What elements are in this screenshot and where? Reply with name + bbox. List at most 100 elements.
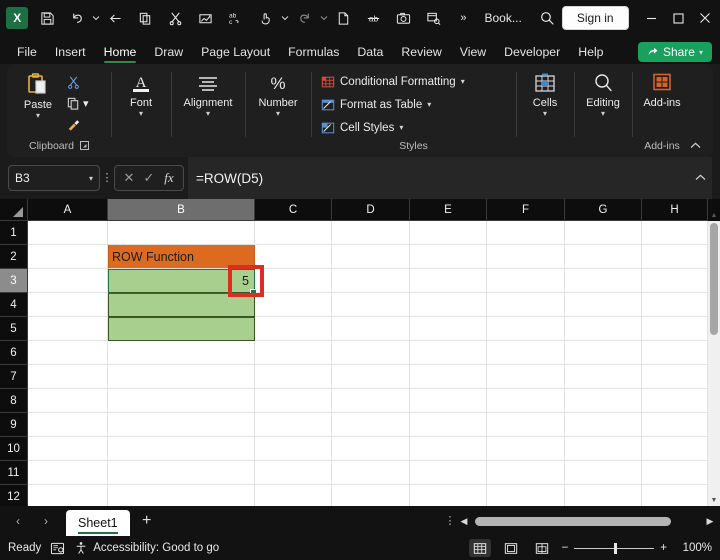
cell-g4[interactable] bbox=[565, 293, 642, 317]
cell-c4[interactable] bbox=[255, 293, 332, 317]
scroll-down-icon[interactable]: ▼ bbox=[708, 494, 720, 506]
cell-g1[interactable] bbox=[565, 221, 642, 245]
cell-g8[interactable] bbox=[565, 389, 642, 413]
cell-c2[interactable] bbox=[255, 245, 332, 269]
redo-dropdown-icon[interactable] bbox=[320, 3, 329, 33]
scroll-left-icon[interactable]: ◀ bbox=[458, 516, 470, 527]
cell-d5[interactable] bbox=[332, 317, 410, 341]
zoom-track[interactable] bbox=[574, 548, 654, 549]
cell-styles-button[interactable]: Cell Styles ▾ bbox=[317, 117, 407, 138]
cell-a5[interactable] bbox=[28, 317, 108, 341]
row-header-1[interactable]: 1 bbox=[0, 221, 28, 245]
cell-c12[interactable] bbox=[255, 485, 332, 506]
cell-d1[interactable] bbox=[332, 221, 410, 245]
cell-f5[interactable] bbox=[487, 317, 565, 341]
cell-e12[interactable] bbox=[410, 485, 487, 506]
conditional-formatting-button[interactable]: Conditional Formatting ▾ bbox=[317, 71, 469, 92]
cut-button[interactable] bbox=[63, 72, 92, 92]
cell-e9[interactable] bbox=[410, 413, 487, 437]
cell-h6[interactable] bbox=[642, 341, 708, 365]
horizontal-scroll-track[interactable] bbox=[473, 517, 701, 526]
column-header-h[interactable]: H bbox=[642, 199, 708, 221]
cell-e11[interactable] bbox=[410, 461, 487, 485]
column-header-e[interactable]: E bbox=[410, 199, 487, 221]
cell-c8[interactable] bbox=[255, 389, 332, 413]
cell-d7[interactable] bbox=[332, 365, 410, 389]
cell-a6[interactable] bbox=[28, 341, 108, 365]
cell-c6[interactable] bbox=[255, 341, 332, 365]
cut-icon[interactable] bbox=[161, 3, 191, 33]
new-file-icon[interactable] bbox=[328, 3, 358, 33]
conditional-formatting-chevron-down-icon[interactable]: ▾ bbox=[461, 77, 465, 86]
touch-mode-icon[interactable] bbox=[251, 3, 281, 33]
cell-b5[interactable] bbox=[108, 317, 255, 341]
select-all-corner[interactable] bbox=[0, 199, 28, 221]
cell-e2[interactable] bbox=[410, 245, 487, 269]
row-header-10[interactable]: 10 bbox=[0, 437, 28, 461]
cell-f11[interactable] bbox=[487, 461, 565, 485]
cell-e6[interactable] bbox=[410, 341, 487, 365]
maximize-icon[interactable] bbox=[665, 1, 691, 35]
row-header-8[interactable]: 8 bbox=[0, 389, 28, 413]
horizontal-scroll-thumb[interactable] bbox=[475, 517, 671, 526]
cell-h7[interactable] bbox=[642, 365, 708, 389]
share-chevron-down-icon[interactable]: ▾ bbox=[699, 48, 703, 57]
cell-h1[interactable] bbox=[642, 221, 708, 245]
number-chevron-down-icon[interactable]: ▾ bbox=[276, 110, 280, 118]
cell-f9[interactable] bbox=[487, 413, 565, 437]
cell-a9[interactable] bbox=[28, 413, 108, 437]
name-box-chevron-down-icon[interactable]: ▾ bbox=[89, 174, 93, 183]
cell-h3[interactable] bbox=[642, 269, 708, 293]
chart-icon[interactable] bbox=[191, 3, 221, 33]
cell-h11[interactable] bbox=[642, 461, 708, 485]
name-box[interactable]: B3 ▾ bbox=[8, 165, 100, 191]
cell-c1[interactable] bbox=[255, 221, 332, 245]
undo-dropdown-icon[interactable] bbox=[92, 3, 101, 33]
ribbon-collapse-icon[interactable] bbox=[686, 137, 704, 153]
normal-view-button[interactable] bbox=[469, 539, 491, 557]
cell-h2[interactable] bbox=[642, 245, 708, 269]
undo-icon[interactable] bbox=[62, 3, 92, 33]
cancel-icon[interactable]: ✕ bbox=[120, 170, 138, 186]
cell-d3[interactable] bbox=[332, 269, 410, 293]
vertical-scrollbar[interactable]: ▲ ▼ bbox=[708, 221, 720, 506]
cell-g6[interactable] bbox=[565, 341, 642, 365]
column-header-d[interactable]: D bbox=[332, 199, 410, 221]
cell-b1[interactable] bbox=[108, 221, 255, 245]
cell-c10[interactable] bbox=[255, 437, 332, 461]
cell-a2[interactable] bbox=[28, 245, 108, 269]
share-button[interactable]: Share ▾ bbox=[638, 42, 712, 62]
cell-c11[interactable] bbox=[255, 461, 332, 485]
cell-e10[interactable] bbox=[410, 437, 487, 461]
add-sheet-button[interactable]: + bbox=[132, 509, 162, 533]
cell-d10[interactable] bbox=[332, 437, 410, 461]
page-layout-view-button[interactable] bbox=[500, 539, 522, 557]
close-icon[interactable] bbox=[692, 1, 718, 35]
cell-h9[interactable] bbox=[642, 413, 708, 437]
cell-b4[interactable] bbox=[108, 293, 255, 317]
cell-a7[interactable] bbox=[28, 365, 108, 389]
cell-e1[interactable] bbox=[410, 221, 487, 245]
cell-f12[interactable] bbox=[487, 485, 565, 506]
tab-draw[interactable]: Draw bbox=[145, 42, 192, 64]
cells-button[interactable]: Cells ▾ bbox=[522, 68, 568, 118]
cells-chevron-down-icon[interactable]: ▾ bbox=[543, 110, 547, 118]
cell-g5[interactable] bbox=[565, 317, 642, 341]
fill-handle[interactable] bbox=[250, 289, 257, 296]
spreadsheet-grid[interactable]: A B C D E F G H 1 2 3 4 5 6 7 8 bbox=[0, 199, 720, 506]
cell-b12[interactable] bbox=[108, 485, 255, 506]
scroll-up-icon[interactable]: ▲ bbox=[708, 209, 720, 221]
cell-g3[interactable] bbox=[565, 269, 642, 293]
cell-e4[interactable] bbox=[410, 293, 487, 317]
sheet-tab-sheet1[interactable]: Sheet1 bbox=[66, 510, 130, 536]
row-header-2[interactable]: 2 bbox=[0, 245, 28, 269]
cell-b7[interactable] bbox=[108, 365, 255, 389]
formula-bar-options-icon[interactable]: ⋮ bbox=[100, 173, 114, 183]
cell-d9[interactable] bbox=[332, 413, 410, 437]
cell-c9[interactable] bbox=[255, 413, 332, 437]
cell-h5[interactable] bbox=[642, 317, 708, 341]
expand-formula-bar-icon[interactable] bbox=[695, 173, 706, 184]
cell-f6[interactable] bbox=[487, 341, 565, 365]
scroll-right-icon[interactable]: ▶ bbox=[704, 516, 716, 527]
tab-data[interactable]: Data bbox=[348, 42, 392, 64]
